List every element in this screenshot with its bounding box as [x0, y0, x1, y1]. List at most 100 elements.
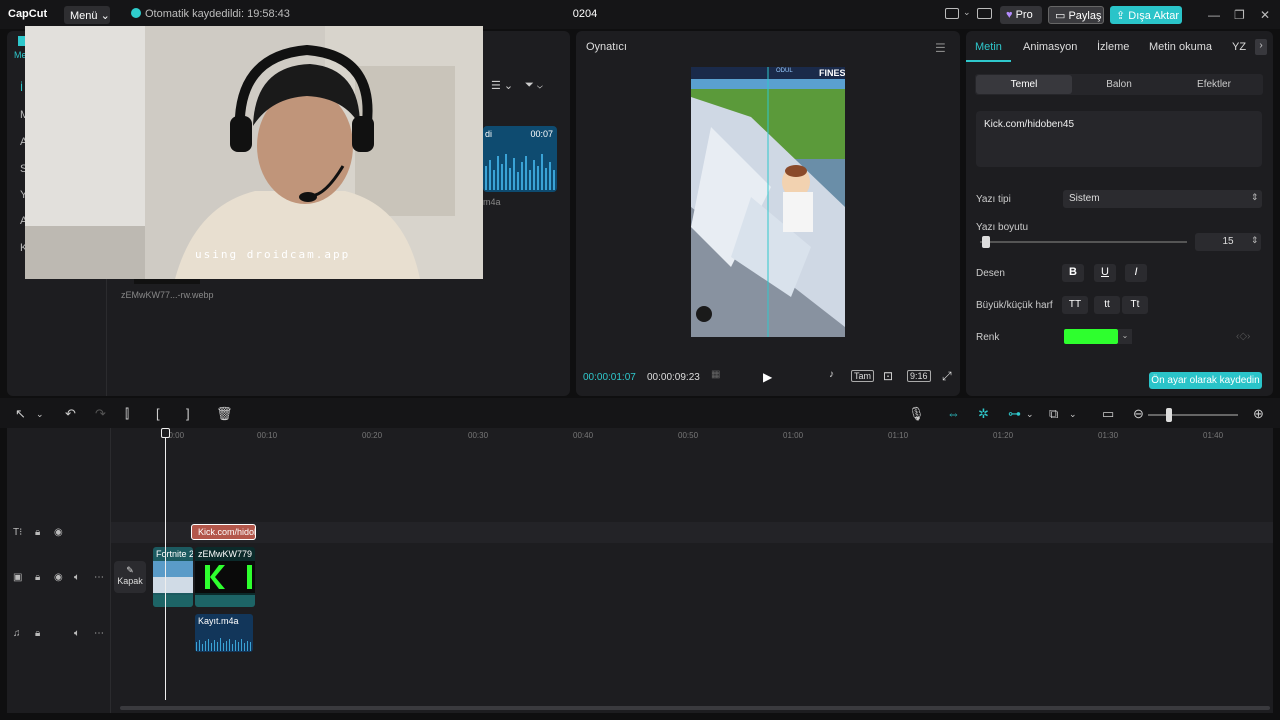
delete-icon[interactable]: 🗑 — [216, 406, 233, 422]
redo-icon[interactable]: ↷ — [95, 406, 106, 422]
ruler-tick: 00:10 — [257, 431, 278, 440]
eye-icon[interactable]: ◉ — [54, 527, 63, 538]
chevron-right-icon[interactable]: › — [1255, 39, 1267, 55]
zoom-out-icon[interactable]: ⊖ — [1133, 406, 1144, 422]
eye-icon[interactable]: ◉ — [54, 572, 63, 583]
tab-tracking[interactable]: İzleme — [1097, 41, 1129, 53]
microphone-icon[interactable]: 🎙 — [908, 406, 925, 422]
lowercase-button[interactable]: tt — [1094, 296, 1120, 314]
preview-axis-icon[interactable]: ⧉ — [1049, 406, 1058, 422]
lock-icon[interactable]: 🔒︎ — [35, 628, 40, 639]
link-icon[interactable]: ⇔ — [947, 406, 960, 421]
chain-icon[interactable]: ⊶ — [1008, 406, 1021, 422]
share-button[interactable]: ▭ Paylaş — [1048, 6, 1104, 24]
pro-button[interactable]: ♥ Pro — [1000, 6, 1042, 24]
chevron-down-icon[interactable]: ⌄ — [963, 7, 971, 18]
tiktok-icon[interactable]: ♪ — [829, 369, 834, 380]
chevron-down-icon[interactable]: ⌄ — [1118, 329, 1132, 344]
uppercase-button[interactable]: TT — [1062, 296, 1088, 314]
video-clip[interactable]: zEMwKW779 — [195, 547, 255, 607]
webcam-image — [25, 26, 483, 279]
text-track-icon: T⁝ — [13, 527, 23, 538]
volume-icon[interactable]: 🔈︎ — [74, 628, 80, 639]
subtab-basic[interactable]: Temel — [976, 75, 1072, 94]
video-preview[interactable]: FINES ÖDÜL — [691, 67, 845, 337]
lock-icon[interactable]: 🔒︎ — [35, 527, 40, 538]
chevron-down-icon[interactable]: ⌄ — [36, 409, 44, 420]
cover-button[interactable]: ✎ Kapak — [114, 561, 146, 593]
tab-text-to-speech[interactable]: Metin okuma — [1149, 41, 1212, 53]
chevron-down-icon[interactable]: ⌄ — [1026, 409, 1034, 420]
magnet-icon[interactable]: ✲ — [978, 406, 989, 422]
text-clip[interactable]: Kick.com/hidob — [191, 524, 256, 540]
diamond-icon: ♥ — [1006, 9, 1013, 21]
fullscreen-icon[interactable]: ⤢ — [942, 369, 952, 384]
keyboard-icon[interactable] — [977, 8, 992, 19]
subtab-bubble[interactable]: Balon — [1071, 79, 1167, 90]
minimize-icon[interactable]: — — [1208, 8, 1220, 22]
full-button[interactable]: Tam — [851, 370, 875, 382]
layout-icon[interactable] — [945, 8, 959, 19]
select-cursor-icon[interactable]: ↖ — [15, 406, 26, 422]
media-file-label: zEMwKW77...-rw.webp — [121, 290, 214, 300]
keyframe-icon[interactable]: ‹◇› — [1236, 331, 1250, 342]
export-button[interactable]: ⇪ Dışa Aktar — [1110, 6, 1182, 24]
size-slider-track[interactable] — [980, 241, 1187, 243]
close-icon[interactable]: ✕ — [1260, 8, 1270, 22]
subtitle-icon[interactable]: ▭ — [1102, 406, 1114, 422]
ruler-tick: 00:20 — [362, 431, 383, 440]
screenshot-icon[interactable]: ⊡ — [883, 369, 893, 383]
font-label: Yazı tipi — [976, 194, 1011, 205]
underline-button[interactable]: U — [1094, 264, 1116, 282]
tab-animation[interactable]: Animasyon — [1023, 41, 1077, 53]
audio-clip[interactable]: Kayıt.m4a — [195, 614, 253, 652]
video-clip[interactable]: Fortnite 2 — [153, 547, 193, 607]
updown-icon[interactable]: ⇕ — [1251, 192, 1259, 203]
volume-icon[interactable]: 🔈︎ — [74, 572, 80, 583]
timeline-scrollbar[interactable] — [120, 706, 1270, 710]
play-icon[interactable]: ▶ — [763, 370, 772, 384]
ruler-tick: 00:50 — [678, 431, 699, 440]
trim-right-icon[interactable]: ] — [186, 406, 190, 421]
hud-text: FINES — [819, 68, 845, 78]
more-icon[interactable]: ⋯ — [94, 572, 104, 583]
tab-ai[interactable]: YZ — [1232, 41, 1246, 53]
share-icon: ▭ — [1055, 10, 1066, 22]
save-preset-button[interactable]: Ön ayar olarak kaydedin — [1149, 372, 1262, 389]
undo-icon[interactable]: ↶ — [65, 406, 76, 422]
size-stepper-icon[interactable]: ⇕ — [1251, 235, 1259, 246]
player-menu-icon[interactable]: ☰ — [935, 41, 946, 55]
chevron-down-icon[interactable]: ⌄ — [1069, 409, 1077, 420]
playhead[interactable] — [165, 430, 166, 700]
italic-button[interactable]: I — [1125, 264, 1147, 282]
subtab-effects[interactable]: Efektler — [1166, 79, 1262, 90]
ratio-button[interactable]: 9:16 — [907, 370, 931, 382]
tab-text[interactable]: Metin — [975, 41, 1002, 53]
trim-left-icon[interactable]: [ — [156, 406, 160, 421]
font-select[interactable]: Sistem — [1063, 190, 1262, 208]
active-tab-indicator — [966, 60, 1011, 62]
audio-media-thumb[interactable]: 00:07 di — [483, 126, 557, 192]
split-icon[interactable]: ⫿ — [125, 406, 129, 422]
titlecase-button[interactable]: Tt — [1122, 296, 1148, 314]
video-track-icon: ▣ — [13, 572, 23, 583]
zoom-slider-track[interactable] — [1148, 414, 1238, 416]
sidebar-item-1[interactable]: İ — [20, 82, 23, 94]
playhead-handle[interactable] — [161, 428, 170, 438]
size-slider-handle[interactable] — [982, 236, 990, 248]
sort-icon[interactable]: ☰ ⌄ — [491, 79, 513, 92]
filter-icon[interactable]: ⏷ ⌄ — [525, 79, 543, 92]
app-logo: CapCut — [8, 8, 48, 20]
player-title: Oynatıcı — [586, 41, 627, 53]
text-content-input[interactable]: Kick.com/hidoben45 — [976, 111, 1262, 167]
lock-icon[interactable]: 🔒︎ — [35, 572, 40, 583]
timeline-grid-icon[interactable]: ▦ — [711, 369, 720, 380]
menu-button[interactable]: Menü ⌄ — [64, 6, 110, 24]
bold-button[interactable]: B — [1062, 264, 1084, 282]
zoom-in-icon[interactable]: ⊕ — [1253, 406, 1264, 422]
more-icon[interactable]: ⋯ — [94, 628, 104, 639]
zoom-slider-handle[interactable] — [1166, 408, 1172, 422]
share-label: Paylaş — [1068, 10, 1102, 22]
restore-icon[interactable]: ❐ — [1234, 8, 1245, 22]
color-swatch[interactable] — [1064, 329, 1118, 344]
